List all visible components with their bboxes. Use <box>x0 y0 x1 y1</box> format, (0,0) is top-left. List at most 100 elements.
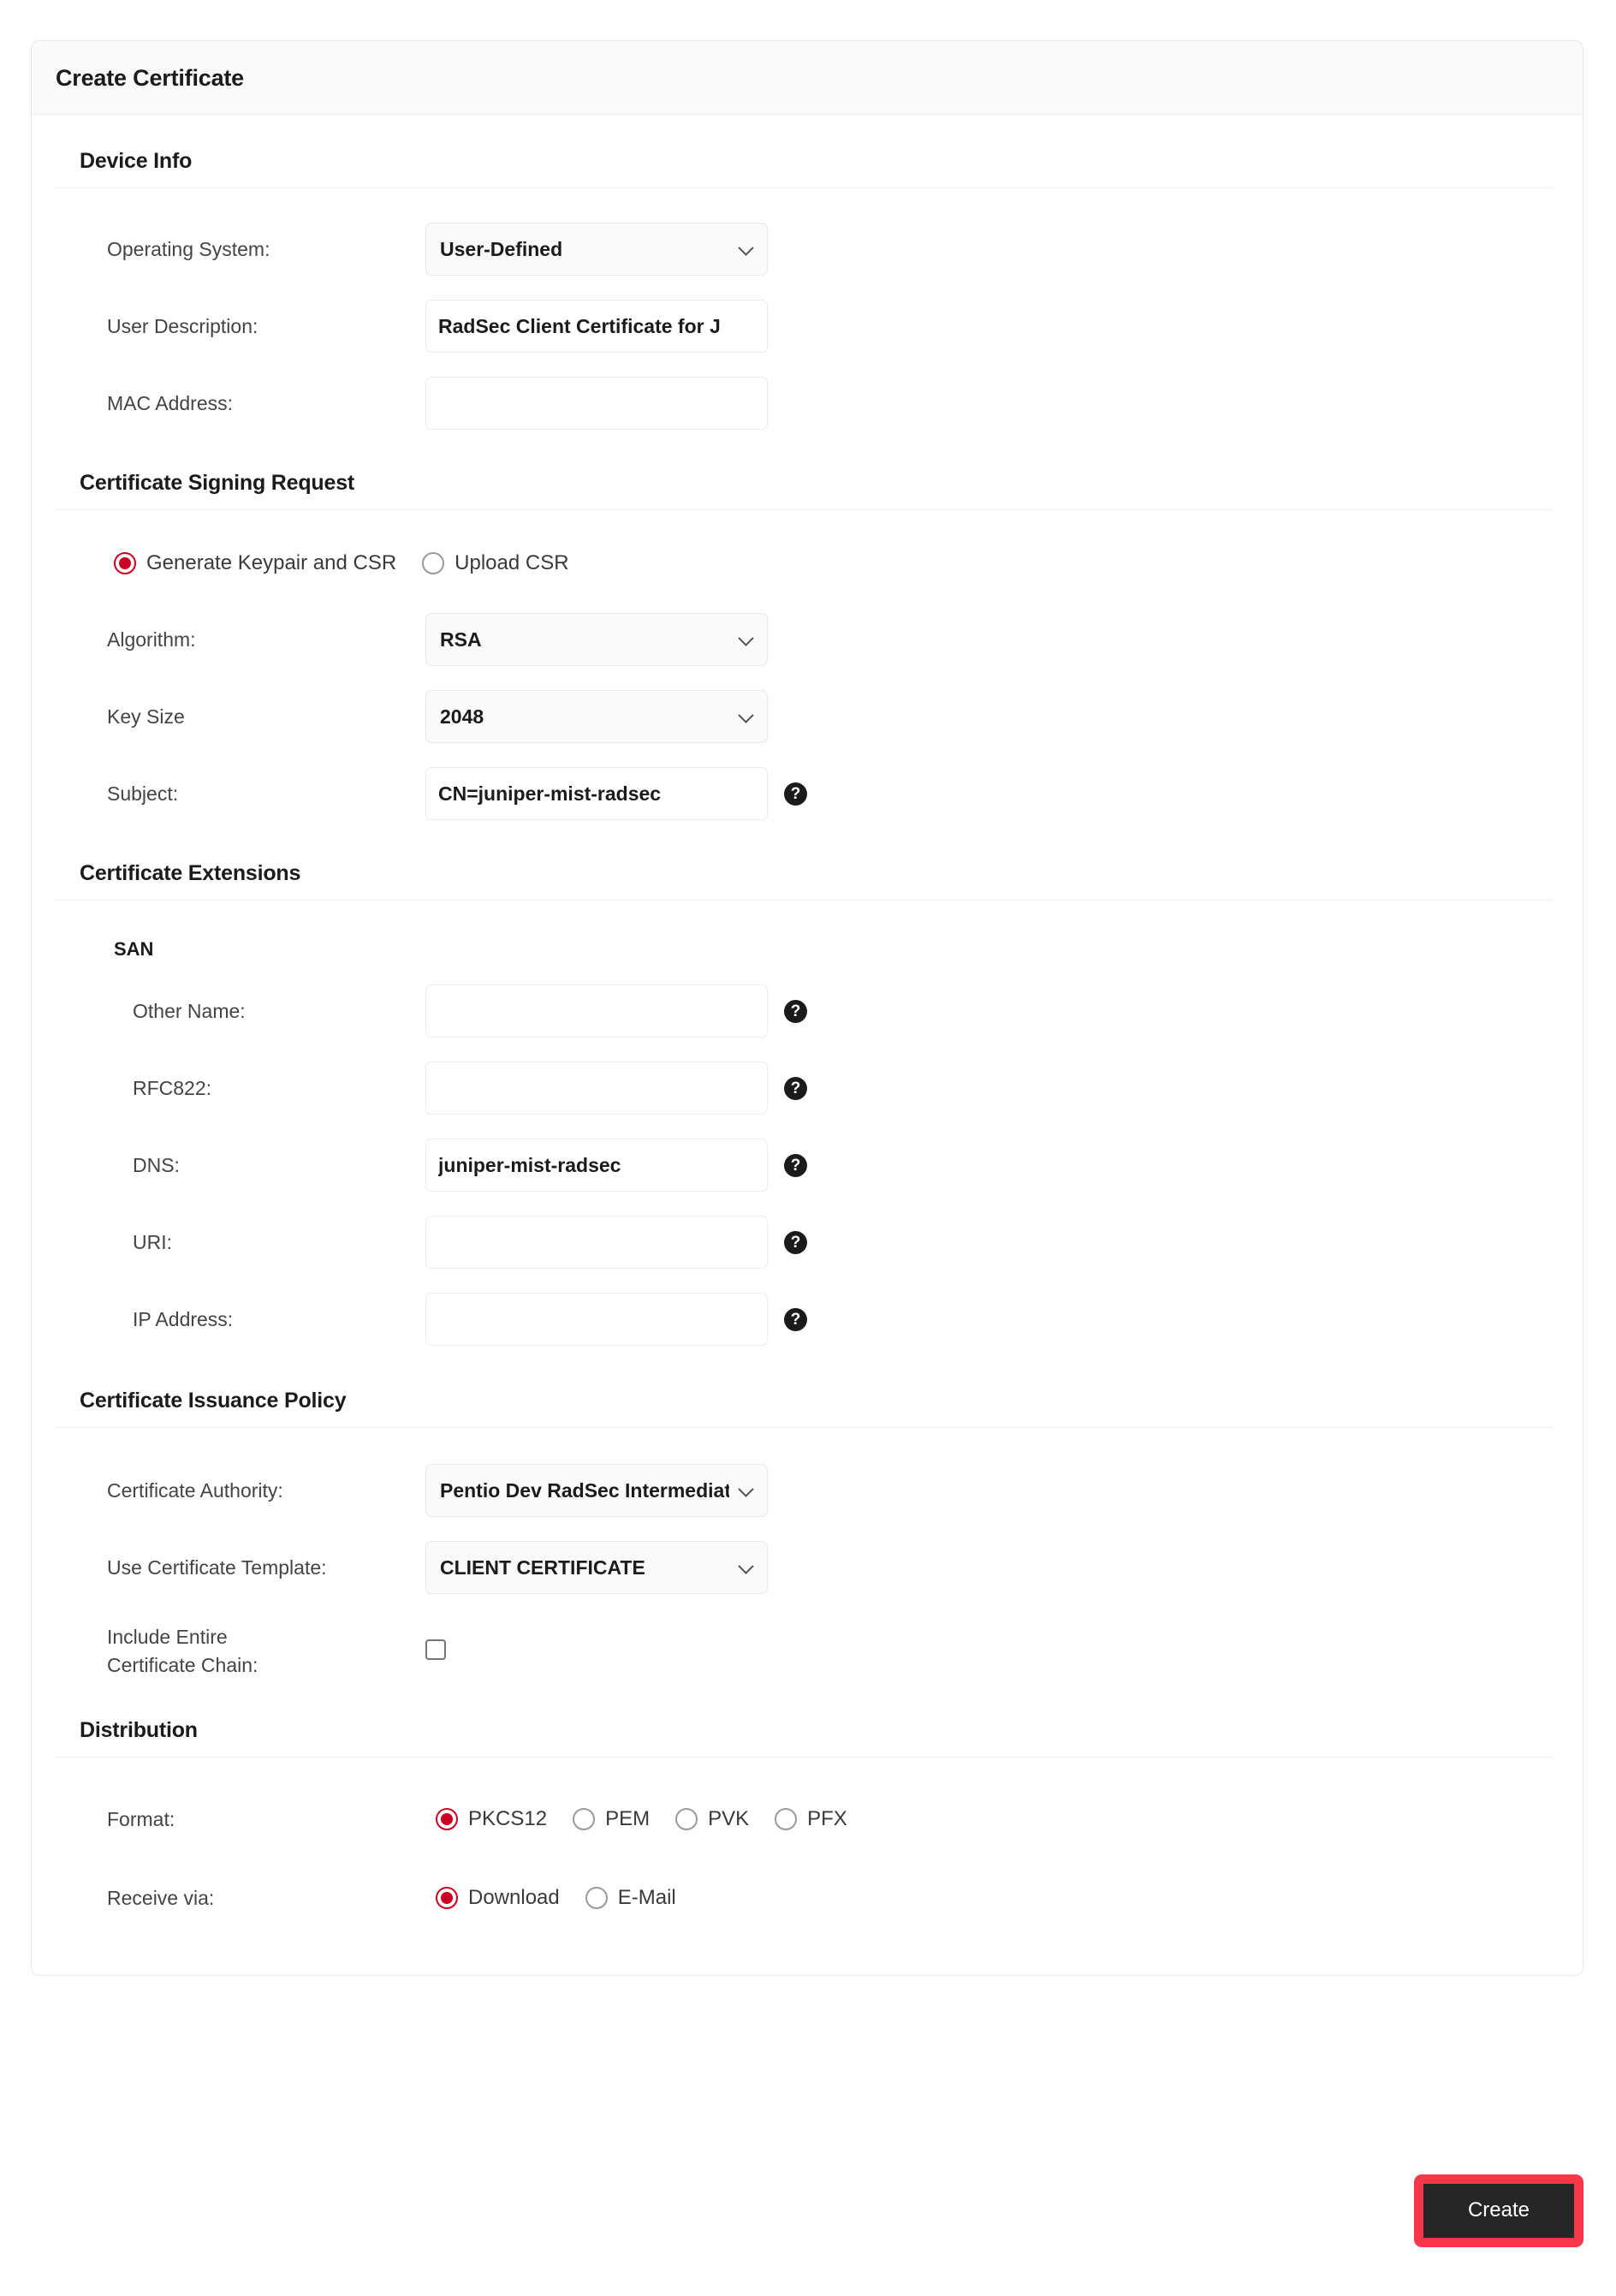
section-heading-issuance-policy: Certificate Issuance Policy <box>56 1389 1552 1428</box>
subject-input[interactable] <box>425 767 768 820</box>
row-san-dns: DNS: ? <box>32 1139 1583 1192</box>
row-certificate-authority: Certificate Authority: Pentio Dev RadSec… <box>32 1464 1583 1517</box>
help-icon[interactable]: ? <box>784 1307 807 1331</box>
radio-format-pem[interactable]: PEM <box>573 1807 650 1831</box>
label-mac-address: MAC Address: <box>107 391 233 414</box>
section-device-info: Device Info Operating System: User-Defin… <box>32 149 1583 430</box>
select-operating-system-value: User-Defined <box>440 237 563 260</box>
select-algorithm-value: RSA <box>440 628 482 651</box>
row-certificate-template: Use Certificate Template: CLIENT CERTIFI… <box>32 1541 1583 1594</box>
row-user-description: User Description: <box>32 300 1583 353</box>
page-title: Create Certificate <box>56 65 244 91</box>
radio-format-pkcs12-label: PKCS12 <box>468 1807 548 1831</box>
radio-dot-icon <box>422 552 445 574</box>
help-icon[interactable]: ? <box>784 782 807 806</box>
create-button-highlight: Create <box>1413 2174 1583 2247</box>
chevron-down-icon <box>740 709 753 723</box>
radio-generate-keypair-csr-label: Generate Keypair and CSR <box>146 551 397 574</box>
radio-format-pfx[interactable]: PFX <box>775 1807 847 1831</box>
create-button[interactable]: Create <box>1423 2184 1574 2238</box>
row-include-chain: Include Entire Certificate Chain: <box>32 1620 1583 1679</box>
user-description-input[interactable] <box>425 300 768 353</box>
csr-mode-radio-group: Generate Keypair and CSR Upload CSR <box>32 551 1583 575</box>
select-certificate-template-value: CLIENT CERTIFICATE <box>440 1555 645 1579</box>
radio-format-pfx-label: PFX <box>807 1807 847 1831</box>
rfc822-input[interactable] <box>425 1062 768 1115</box>
row-san-other-name: Other Name: ? <box>32 984 1583 1038</box>
row-algorithm: Algorithm: RSA <box>32 613 1583 666</box>
label-rfc822: RFC822: <box>133 1076 212 1099</box>
row-san-rfc822: RFC822: ? <box>32 1062 1583 1115</box>
other-name-input[interactable] <box>425 984 768 1038</box>
form-footer: Create <box>31 2174 1583 2247</box>
create-certificate-page: Create Certificate Device Info Operating… <box>0 0 1616 2296</box>
section-heading-distribution: Distribution <box>56 1718 1552 1758</box>
select-certificate-authority-value: Pentio Dev RadSec Intermediate CA <box>440 1478 729 1502</box>
format-radio-group: PKCS12 PEM PVK PFX <box>436 1807 847 1831</box>
ip-address-input[interactable] <box>425 1293 768 1346</box>
label-operating-system: Operating System: <box>107 237 270 260</box>
radio-receive-email[interactable]: E-Mail <box>585 1886 676 1910</box>
help-icon[interactable]: ? <box>784 999 807 1023</box>
radio-format-pkcs12[interactable]: PKCS12 <box>436 1807 547 1831</box>
radio-format-pem-label: PEM <box>605 1807 651 1831</box>
help-icon[interactable]: ? <box>784 1230 807 1254</box>
select-key-size[interactable]: 2048 <box>425 690 768 743</box>
create-certificate-card: Create Certificate Device Info Operating… <box>31 40 1583 1977</box>
row-key-size: Key Size 2048 <box>32 690 1583 743</box>
mac-address-input[interactable] <box>425 377 768 430</box>
chevron-down-icon <box>740 241 753 255</box>
radio-receive-email-label: E-Mail <box>617 1886 676 1910</box>
row-operating-system: Operating System: User-Defined <box>32 223 1583 276</box>
radio-upload-csr[interactable]: Upload CSR <box>422 551 569 575</box>
dns-input[interactable] <box>425 1139 768 1192</box>
label-subject: Subject: <box>107 782 179 805</box>
section-certificate-extensions: Certificate Extensions SAN Other Name: ?… <box>32 861 1583 1346</box>
label-format: Format: <box>107 1807 175 1830</box>
subsection-heading-san: SAN <box>114 938 154 960</box>
section-csr: Certificate Signing Request Generate Key… <box>32 471 1583 820</box>
row-mac-address: MAC Address: <box>32 377 1583 430</box>
label-algorithm: Algorithm: <box>107 628 196 651</box>
label-key-size: Key Size <box>107 705 185 728</box>
row-receive-via: Receive via: Download E-Mail <box>32 1874 1583 1922</box>
label-dns: DNS: <box>133 1153 180 1176</box>
chevron-down-icon <box>740 632 753 645</box>
label-receive-via: Receive via: <box>107 1886 215 1909</box>
receive-via-radio-group: Download E-Mail <box>436 1886 676 1910</box>
radio-dot-icon <box>775 1808 798 1831</box>
label-ip-address: IP Address: <box>133 1307 234 1330</box>
radio-generate-keypair-csr[interactable]: Generate Keypair and CSR <box>114 551 396 575</box>
radio-receive-download[interactable]: Download <box>436 1886 560 1910</box>
radio-upload-csr-label: Upload CSR <box>454 551 569 574</box>
label-use-certificate-template: Use Certificate Template: <box>107 1555 327 1579</box>
select-certificate-template[interactable]: CLIENT CERTIFICATE <box>425 1541 768 1594</box>
section-distribution: Distribution Format: PKCS12 PEM PVK PFX … <box>32 1718 1583 1922</box>
help-icon[interactable]: ? <box>784 1076 807 1100</box>
select-key-size-value: 2048 <box>440 705 484 728</box>
chevron-down-icon <box>740 1560 753 1573</box>
radio-dot-icon <box>436 1887 458 1910</box>
radio-dot-icon <box>114 552 136 574</box>
section-heading-device-info: Device Info <box>56 149 1552 188</box>
row-san-ip-address: IP Address: ? <box>32 1293 1583 1346</box>
include-chain-checkbox[interactable] <box>425 1639 446 1660</box>
select-certificate-authority[interactable]: Pentio Dev RadSec Intermediate CA <box>425 1464 768 1517</box>
radio-receive-download-label: Download <box>468 1886 560 1910</box>
select-operating-system[interactable]: User-Defined <box>425 223 768 276</box>
section-issuance-policy: Certificate Issuance Policy Certificate … <box>32 1389 1583 1679</box>
radio-dot-icon <box>573 1808 596 1831</box>
row-subject: Subject: ? <box>32 767 1583 820</box>
section-heading-csr: Certificate Signing Request <box>56 471 1552 510</box>
radio-dot-icon <box>675 1808 698 1831</box>
label-uri: URI: <box>133 1230 172 1253</box>
radio-dot-icon <box>436 1808 458 1831</box>
help-icon[interactable]: ? <box>784 1153 807 1177</box>
label-include-entire-certificate-chain: Include Entire Certificate Chain: <box>107 1626 258 1676</box>
label-certificate-authority: Certificate Authority: <box>107 1478 283 1502</box>
radio-format-pvk[interactable]: PVK <box>675 1807 749 1831</box>
section-heading-certificate-extensions: Certificate Extensions <box>56 861 1552 901</box>
uri-input[interactable] <box>425 1216 768 1269</box>
select-algorithm[interactable]: RSA <box>425 613 768 666</box>
radio-dot-icon <box>585 1887 608 1910</box>
